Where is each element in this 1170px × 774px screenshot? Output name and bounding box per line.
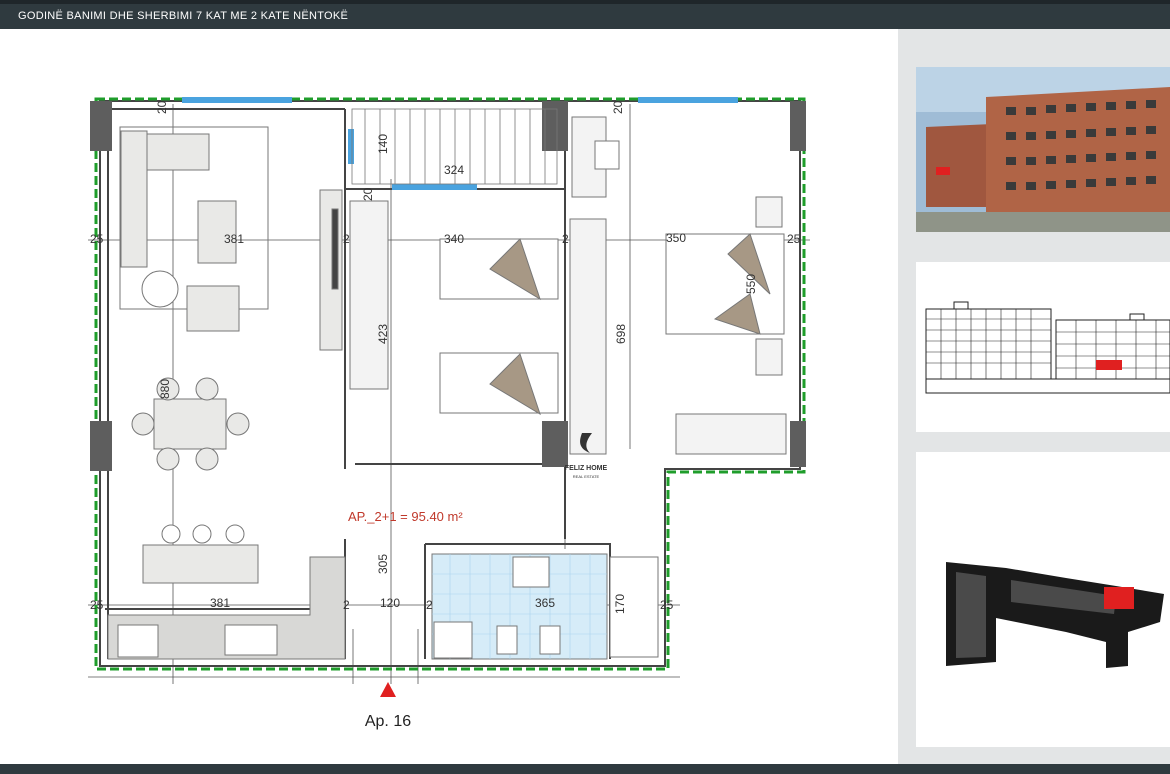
elevation-block — [1055, 319, 1170, 381]
building-elevation-thumbnail[interactable] — [916, 262, 1170, 432]
side-table — [141, 270, 179, 308]
kitchen-island — [142, 544, 259, 584]
building-render-thumbnail[interactable] — [916, 67, 1170, 232]
column — [90, 101, 112, 151]
dimension-label: 20 — [155, 100, 169, 114]
apartment-label: Ap. 16 — [365, 713, 411, 730]
floor-plan: 381 340 350 324 381 120 365 25 25 25 25 … — [88, 97, 810, 730]
bar-stool — [161, 524, 181, 544]
dimension-label: 2 — [343, 232, 350, 246]
cooktop — [117, 624, 159, 658]
column — [790, 101, 806, 151]
dimension-label: 305 — [376, 554, 390, 574]
highlight-marker — [1096, 360, 1122, 370]
column — [790, 421, 806, 467]
dimension-label: 20 — [361, 187, 375, 201]
wardrobe — [349, 200, 389, 390]
highlight-marker — [936, 167, 950, 175]
logo-subtext: REAL ESTATE — [573, 474, 600, 479]
footer-bar — [0, 764, 1170, 774]
dimension-label: 365 — [535, 596, 555, 610]
desk-chair — [594, 140, 620, 170]
washbasin — [512, 556, 550, 588]
dimension-label: 423 — [376, 324, 390, 344]
dimension-label: 25 — [90, 232, 104, 246]
dining-chair — [226, 412, 250, 436]
highlight-marker — [1104, 587, 1134, 609]
dining-chair — [195, 377, 219, 401]
window — [348, 129, 354, 164]
page-title: GODINË BANIMI DHE SHERBIMI 7 KAT ME 2 KA… — [18, 10, 349, 22]
column — [542, 421, 568, 467]
logo-text: FELIZ HOME — [565, 465, 608, 472]
dining-table — [153, 398, 227, 450]
column — [542, 101, 568, 151]
dining-chair — [156, 447, 180, 471]
dimension-label: 25 — [90, 598, 104, 612]
column — [90, 421, 112, 471]
dining-chair — [195, 447, 219, 471]
window — [638, 97, 738, 103]
dimension-label: 880 — [158, 379, 172, 399]
dimension-label: 170 — [613, 594, 627, 614]
nightstand — [755, 196, 783, 228]
elevation-block — [925, 308, 1052, 380]
bar-stool — [225, 524, 245, 544]
bidet — [539, 625, 561, 655]
sink — [224, 624, 278, 656]
nightstand — [755, 338, 783, 376]
sofa-back — [146, 133, 210, 171]
dimension-label: 340 — [444, 232, 464, 246]
building-icon — [986, 87, 1170, 217]
bar-stool — [192, 524, 212, 544]
washing-machine — [433, 621, 473, 659]
site-plan-thumbnail[interactable] — [916, 452, 1170, 747]
dimension-label: 2 — [426, 598, 433, 612]
dimension-label: 324 — [444, 163, 464, 177]
dimension-label: 20 — [611, 100, 625, 114]
dimension-label: 140 — [376, 134, 390, 154]
entrance-marker-icon — [380, 682, 396, 697]
window — [182, 97, 292, 103]
dimension-label: 2 — [562, 232, 569, 246]
title-bar: GODINË BANIMI DHE SHERBIMI 7 KAT ME 2 KA… — [0, 0, 1170, 29]
dimension-label: 25 — [787, 232, 801, 246]
area-label: AP._2+1 = 95.40 m² — [348, 509, 463, 524]
wardrobe — [675, 413, 787, 455]
dimension-label: 381 — [224, 232, 244, 246]
toilet — [496, 625, 518, 655]
window — [392, 184, 477, 190]
dimension-label: 25 — [660, 598, 674, 612]
sofa — [120, 130, 148, 268]
dining-chair — [131, 412, 155, 436]
dimension-label: 2 — [343, 598, 350, 612]
dimension-label: 350 — [666, 231, 686, 245]
dimension-label: 550 — [744, 274, 758, 294]
tv — [331, 208, 339, 290]
dimension-label: 120 — [380, 596, 400, 610]
dimension-label: 698 — [614, 324, 628, 344]
armchair — [186, 285, 240, 332]
wardrobe — [569, 218, 607, 455]
dimension-label: 381 — [210, 596, 230, 610]
tv-unit — [319, 189, 343, 351]
reference-panel — [898, 29, 1170, 764]
